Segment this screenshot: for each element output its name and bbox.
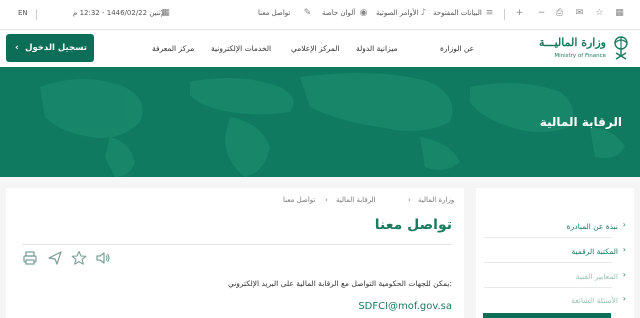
palm-emblem-icon: [614, 36, 628, 60]
open-data-link[interactable]: البيانات المفتوحة: [433, 9, 482, 17]
breadcrumb-section[interactable]: الرقابة المالية: [336, 196, 376, 204]
nav-about-ministry[interactable]: عن الوزارة: [440, 44, 474, 53]
breadcrumb-current: تواصل معنا: [283, 196, 316, 204]
nav-state-budget[interactable]: ميزانية الدولة: [356, 44, 398, 53]
print-icon[interactable]: ⎙: [554, 8, 565, 19]
special-colors-link[interactable]: ألوان خاصة: [322, 9, 355, 17]
breadcrumb-home[interactable]: وزارة المالية: [418, 196, 454, 204]
sidebar-item-digital-library[interactable]: المكتبة الرقمية: [572, 247, 619, 256]
share-icon[interactable]: [47, 250, 63, 266]
login-label: تسجيل الدخول: [25, 43, 87, 53]
eye-icon[interactable]: ◉: [358, 8, 369, 19]
chevron-right-icon: ›: [622, 245, 626, 254]
sidebar-item-technical-standards[interactable]: المعايير الفنية: [576, 272, 618, 281]
top-utility-bar: EN الإثنين 1446/02/22 - 12:32 م ▦ تواصل …: [0, 0, 640, 30]
page-title: تواصل معنا: [374, 217, 452, 233]
logo-arabic: وزارة الماليـــة: [539, 36, 606, 49]
banner-title: الرقابة المالية: [539, 115, 622, 129]
separator: [504, 9, 505, 20]
breadcrumb-separator: ›: [408, 196, 411, 204]
star-icon[interactable]: [71, 250, 87, 266]
divider: [484, 287, 612, 288]
divider: [484, 262, 612, 263]
separator: [36, 9, 37, 20]
nav-knowledge-center[interactable]: مركز المعرفة: [152, 44, 194, 53]
contact-description: يمكن للجهات الحكومية التواصل مع الرقابة …: [227, 279, 452, 288]
divider: [484, 237, 612, 238]
contact-email-link[interactable]: SDFCI@mof.gov.sa: [358, 301, 452, 312]
chat-icon[interactable]: ✎: [302, 8, 313, 19]
date-time: الإثنين 1446/02/22 - 12:32 م: [73, 9, 167, 17]
speaker-icon[interactable]: [95, 250, 111, 266]
font-decrease-icon[interactable]: −: [536, 8, 547, 19]
contact-link[interactable]: تواصل معنا: [258, 9, 290, 17]
nav-media-center[interactable]: المركز الإعلامي: [291, 44, 340, 53]
chevron-right-icon: ›: [622, 220, 626, 229]
voice-commands-link[interactable]: الأوامر الصوتية: [376, 9, 419, 17]
print-icon[interactable]: [22, 250, 38, 266]
chevron-right-icon: ›: [622, 270, 626, 279]
microphone-icon[interactable]: ♪: [418, 8, 429, 19]
star-icon[interactable]: ☆: [594, 8, 605, 19]
breadcrumb-separator: ›: [325, 196, 328, 204]
main-header: ‹ تسجيل الدخول مركز المعرفة الخدمات الإل…: [0, 30, 640, 67]
page-banner: الرقابة المالية: [0, 67, 640, 177]
sidebar-active-bar: [483, 313, 611, 318]
calendar-icon: ▦: [161, 8, 170, 18]
sidebar-item-about-initiative[interactable]: نبذة عن المبادرة: [567, 222, 618, 231]
divider: [22, 244, 452, 245]
sidebar-item-faq[interactable]: الأسئلة الشائعة: [571, 296, 618, 305]
chevron-left-icon: ‹: [15, 43, 19, 53]
language-switch[interactable]: EN: [18, 9, 28, 17]
login-button[interactable]: ‹ تسجيل الدخول: [6, 34, 94, 62]
font-increase-icon[interactable]: +: [514, 8, 525, 19]
logo-english: Ministry of Finance: [554, 53, 606, 59]
mail-icon[interactable]: ✉: [574, 8, 585, 19]
chevron-right-icon: ›: [622, 294, 626, 303]
ministry-logo[interactable]: وزارة الماليـــة Ministry of Finance: [539, 32, 634, 66]
nav-e-services[interactable]: الخدمات الإلكترونية: [211, 44, 271, 53]
grid-icon[interactable]: ▦: [614, 8, 625, 19]
database-icon[interactable]: ≡: [484, 8, 495, 19]
